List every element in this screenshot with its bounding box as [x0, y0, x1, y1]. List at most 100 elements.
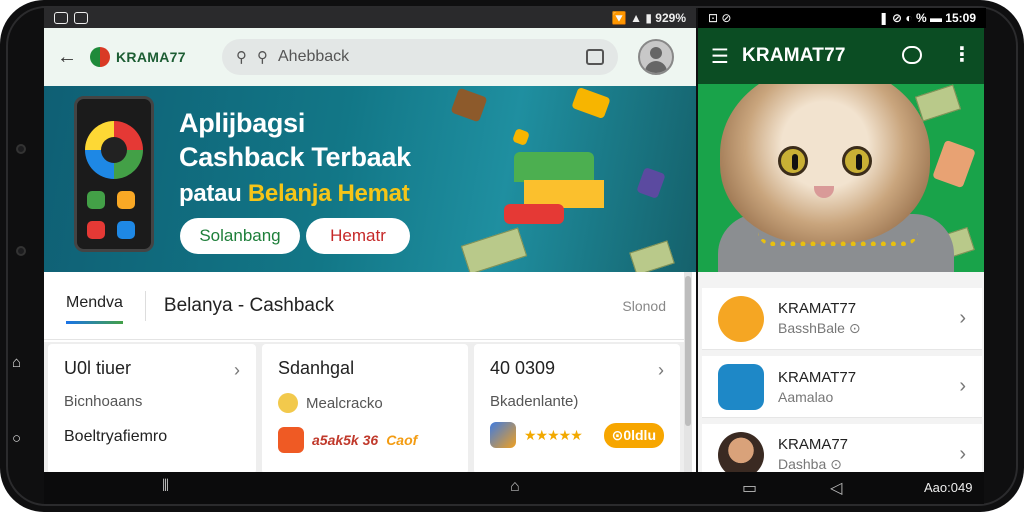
card-title: Sdanhgal: [278, 358, 355, 378]
right-top-bar: ☰ KRAMAT77 ⋮: [698, 28, 984, 84]
search-placeholder: Ahebback: [278, 48, 350, 65]
left-bezel: ⌂ ○: [0, 0, 44, 512]
emoji-icon: [278, 393, 298, 413]
tools-icon: [718, 295, 764, 342]
notification-icon: [74, 12, 88, 24]
card-grid: U0l tiuer › Bicnhoaans Boeltryafiemro Sd…: [44, 342, 684, 472]
banner-line-2: Cashback Terbaak: [179, 142, 411, 172]
card-subtitle: Mealcracko: [306, 394, 383, 412]
right-app-screen: ☰ KRAMAT77 ⋮ KRAMAT77 BasshBale ⊙ › KRAM…: [698, 28, 984, 472]
home-outline-icon[interactable]: ⌂: [12, 354, 21, 371]
status-bar-right: ⊡ ⊘ ❚ ⊘ ◐ % ▬ 15:09: [698, 8, 986, 28]
money-illustration: [460, 227, 528, 272]
list-item[interactable]: KRAMAT77 Aamalao ›: [702, 356, 982, 418]
list-item-title: KRAMAT77: [778, 300, 857, 317]
more-vert-icon[interactable]: ⋮: [952, 42, 972, 67]
recents-icon[interactable]: ⦀: [162, 478, 169, 496]
shop-icon: [278, 427, 304, 453]
list-item-title: KRAMA77: [778, 436, 849, 453]
list-item-desc: BasshBale ⊙: [778, 320, 861, 336]
divider: [144, 290, 146, 321]
notification-icon: [54, 12, 68, 24]
phone-frame: ⌂ ○ 🔽 ▲ ▮ 929% ⊡ ⊘ ❚ ⊘ ◐ % ▬ 15:09 ← KRA…: [0, 0, 1024, 512]
chevron-right-icon: ›: [959, 443, 966, 465]
card-price-row: a5ak5k 36 Caof: [278, 427, 452, 453]
section-header: Mendva Belanya - Cashback Slonod: [44, 272, 684, 340]
status-bar-left: 🔽 ▲ ▮ 929%: [44, 8, 696, 28]
avatar: [718, 431, 764, 472]
status-time: ❚ ⊘ ◐ % ▬ 15:09: [878, 11, 976, 25]
chevron-right-icon: ›: [959, 307, 966, 329]
phone-illustration: [74, 96, 154, 252]
card-rating-row: ★★★★★ ⊙0ldlu: [490, 422, 664, 448]
card-extra: Boeltryafiemro: [64, 428, 168, 445]
banner-line-1: Aplijbagsi: [179, 108, 306, 138]
cube-icon: [490, 422, 516, 448]
status-badge[interactable]: ⊙0ldlu: [603, 422, 664, 448]
brand-logo-icon: [90, 47, 110, 67]
banner-button-2[interactable]: Hematr: [306, 218, 410, 254]
hamburger-menu-icon[interactable]: ☰: [698, 44, 742, 69]
tab-active[interactable]: Mendva: [66, 294, 123, 324]
app-icon: [117, 221, 135, 239]
right-app-title: KRAMAT77: [742, 45, 846, 66]
app-icon: [117, 191, 135, 209]
list-item-desc: Aamalao: [778, 388, 834, 405]
card-price: a5ak5k 36: [312, 432, 379, 448]
status-indicators: 🔽 ▲ ▮ 929%: [611, 11, 686, 25]
section-title: Belanya - Cashback: [163, 294, 334, 316]
card-subtitle: Bkadenlante): [490, 393, 579, 410]
chevron-right-icon: ›: [959, 375, 966, 397]
box-illustration: [932, 139, 976, 189]
list-item[interactable]: KRAMAT77 BasshBale ⊙ ›: [702, 288, 982, 350]
banner-line-3: patau Belanja Hemat: [179, 180, 410, 208]
sensor-dot: [16, 246, 26, 256]
system-nav-bar: ⦀ ⌂ ▭ ◁ Aao:049: [44, 472, 984, 504]
list-item[interactable]: KRAMA77 Dashba ⊙ ›: [702, 424, 982, 472]
money-illustration: [914, 84, 962, 122]
list-item-desc: Dashba ⊙: [778, 456, 842, 472]
card-price-label: Caof: [386, 432, 418, 448]
offer-card[interactable]: U0l tiuer › Bicnhoaans Boeltryafiemro: [48, 344, 256, 472]
app-icon: [87, 221, 105, 239]
camera-search-icon[interactable]: [586, 49, 604, 65]
circle-icon[interactable]: ○: [12, 430, 21, 447]
banner-highlight: Belanja Hemat: [247, 180, 410, 207]
banner-button-1[interactable]: Solanbang: [180, 218, 300, 254]
card-subtitle-row: Mealcracko: [278, 393, 452, 413]
camera-dot: [16, 144, 26, 154]
avatar[interactable]: [638, 39, 674, 75]
coin-illustration: [571, 86, 611, 120]
status-icons: ⊡ ⊘: [708, 11, 732, 25]
right-list: KRAMAT77 BasshBale ⊙ › KRAMAT77 Aamalao …: [698, 288, 984, 472]
app-ring-icon: [85, 121, 143, 179]
app-icon: [87, 191, 105, 209]
cat-hero-image: [698, 84, 984, 272]
home-icon[interactable]: ⌂: [510, 478, 520, 496]
offer-card[interactable]: 40 0309 › Bkadenlante) ★★★★★ ⊙0ldlu: [474, 344, 680, 472]
search-input[interactable]: ⚲ ⚲ Ahebback: [222, 39, 618, 75]
back-arrow-icon[interactable]: ←: [44, 46, 90, 69]
overview-icon[interactable]: ▭: [742, 478, 757, 498]
section-action[interactable]: Slonod: [622, 298, 666, 314]
toy-truck-illustration: [504, 152, 614, 224]
cat-illustration: [720, 84, 930, 244]
brand-name: KRAMA77: [116, 49, 186, 65]
brand[interactable]: KRAMA77: [90, 47, 220, 67]
promo-banner[interactable]: Aplijbagsi Cashback Terbaak patau Belanj…: [44, 86, 696, 272]
card-subtitle: Bicnhoaans: [64, 393, 143, 410]
scrollbar[interactable]: [684, 272, 692, 472]
chat-icon[interactable]: [902, 46, 922, 64]
nav-clock: Aao:049: [924, 480, 973, 495]
offer-card[interactable]: Sdanhgal Mealcracko a5ak5k 36 Caof: [262, 344, 468, 472]
chevron-right-icon: ›: [658, 360, 664, 380]
document-icon: [718, 363, 764, 410]
coin-illustration: [512, 128, 530, 146]
card-title: U0l tiuer: [64, 358, 132, 378]
rating-stars: ★★★★★: [524, 426, 583, 443]
chevron-right-icon: ›: [234, 360, 240, 380]
left-app-screen: ← KRAMA77 ⚲ ⚲ Ahebback Aplijbagsi Cashba…: [44, 28, 696, 472]
back-icon[interactable]: ◁: [830, 478, 842, 498]
search-icon: ⚲: [257, 49, 268, 66]
tag-illustration: [636, 167, 666, 199]
